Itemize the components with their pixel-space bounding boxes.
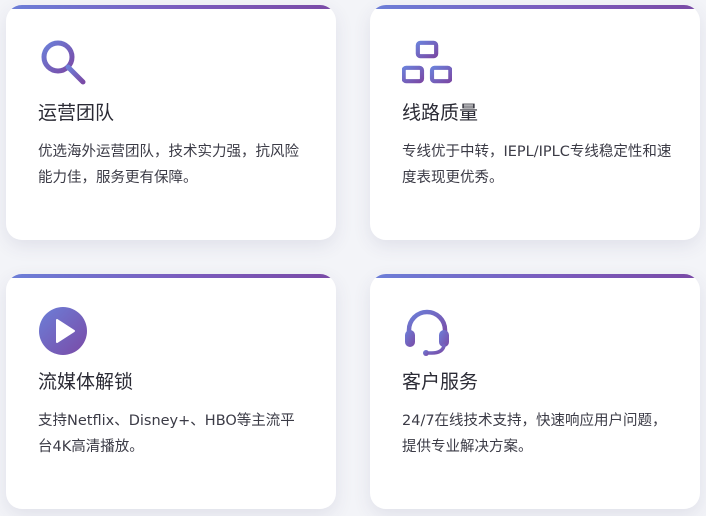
feature-card-streaming-unlock: 流媒体解锁 支持Netflix、Disney+、HBO等主流平台4K高清播放。: [6, 274, 336, 509]
card-description: 支持Netflix、Disney+、HBO等主流平台4K高清播放。: [38, 413, 295, 455]
feature-card-line-quality: 线路质量 专线优于中转，IEPL/IPLC专线稳定性和速度表现更优秀。: [370, 5, 700, 240]
feature-card-operations-team: 运营团队 优选海外运营团队，技术实力强，抗风险能力佳，服务更有保障。: [6, 5, 336, 240]
feature-card-customer-service: 客户服务 24/7在线技术支持，快速响应用户问题，提供专业解决方案。: [370, 274, 700, 509]
search-icon: [38, 37, 88, 87]
card-title: 运营团队: [38, 102, 115, 124]
card-title: 流媒体解锁: [38, 371, 134, 393]
card-description: 优选海外运营团队，技术实力强，抗风险能力佳，服务更有保障。: [38, 144, 299, 186]
headset-icon: [402, 306, 452, 356]
card-description: 24/7在线技术支持，快速响应用户问题，提供专业解决方案。: [402, 413, 667, 455]
play-icon: [38, 306, 88, 356]
card-description: 专线优于中转，IEPL/IPLC专线稳定性和速度表现更优秀。: [402, 144, 672, 186]
card-title: 线路质量: [402, 102, 479, 124]
card-title: 客户服务: [402, 371, 479, 393]
network-icon: [402, 37, 452, 87]
